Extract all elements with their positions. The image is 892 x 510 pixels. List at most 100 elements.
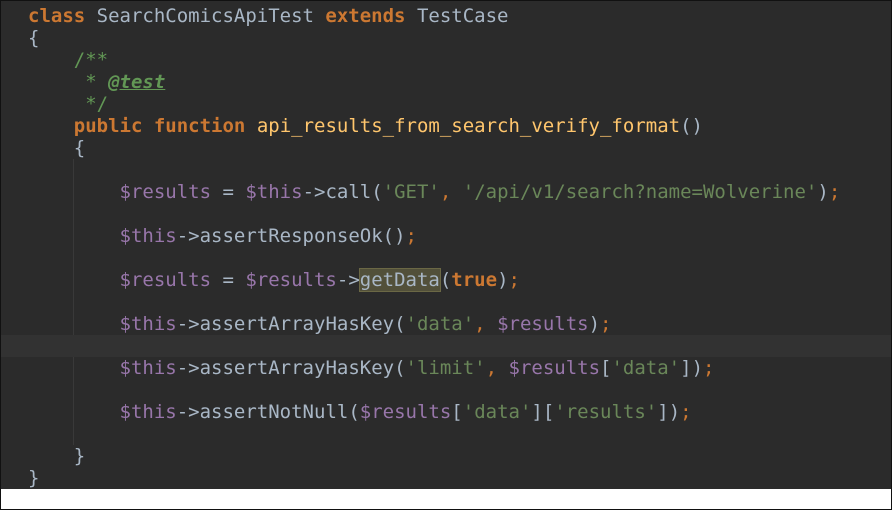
arrow-operator: -> [176, 401, 200, 423]
function-close-brace: } [73, 445, 86, 467]
open-paren: ( [394, 313, 406, 335]
code-editor[interactable]: class SearchComicsApiTest extends TestCa… [0, 0, 892, 510]
close-bracket: ] [657, 401, 669, 423]
arrow-operator: -> [302, 181, 326, 203]
docblock-close: */ [85, 93, 109, 115]
arrow-operator: -> [176, 225, 200, 247]
variable-results: $results [245, 269, 337, 291]
comma: , [474, 313, 498, 335]
open-bracket: [ [542, 401, 555, 423]
string-results: 'results' [554, 401, 658, 423]
parent-class-name: TestCase [405, 5, 509, 27]
variable-results: $results [119, 181, 212, 203]
keyword-public: public [73, 115, 143, 137]
code-line-14[interactable] [28, 291, 891, 313]
keyword-extends: extends [325, 5, 406, 27]
string-data: 'data' [405, 313, 475, 335]
code-line-21[interactable]: } [28, 445, 891, 467]
assign-operator: = [211, 269, 246, 291]
code-line-7[interactable]: { [28, 137, 891, 159]
method-assert-array-has-key: assertArrayHasKey [199, 313, 395, 335]
comma: , [485, 357, 509, 379]
class-name: SearchComicsApiTest [85, 5, 326, 27]
string-url: '/api/v1/search?name=Wolverine' [462, 181, 818, 203]
class-open-brace: { [28, 27, 40, 49]
code-line-19[interactable]: $this->assertNotNull($results['data']['r… [28, 401, 891, 423]
variable-results: $results [497, 313, 589, 335]
close-bracket: ] [531, 401, 543, 423]
close-paren: ) [691, 357, 704, 379]
method-assert-array-has-key: assertArrayHasKey [199, 357, 395, 379]
code-line-8[interactable] [28, 159, 891, 181]
code-line-2[interactable]: { [28, 27, 891, 49]
function-parens: () [680, 115, 703, 137]
string-data: 'data' [462, 401, 532, 423]
open-paren: ( [439, 269, 452, 291]
variable-this: $this [119, 357, 177, 379]
close-paren: ) [497, 269, 509, 291]
class-close-brace: } [28, 467, 40, 489]
semicolon: ; [508, 269, 520, 291]
code-line-12[interactable] [28, 247, 891, 269]
code-line-3[interactable]: /** [28, 49, 891, 71]
docblock-open: /** [73, 49, 109, 71]
keyword-true: true [451, 269, 498, 291]
comma: , [439, 181, 463, 203]
semicolon: ; [600, 313, 612, 335]
function-name: api_results_from_search_verify_format [256, 115, 681, 137]
code-line-22[interactable]: } [28, 467, 891, 489]
open-paren: ( [394, 357, 406, 379]
code-line-20[interactable] [28, 423, 891, 445]
assign-operator: = [211, 181, 246, 203]
code-line-5[interactable]: */ [28, 93, 891, 115]
function-open-brace: { [73, 137, 86, 159]
code-line-11[interactable]: $this->assertResponseOk(); [28, 225, 891, 247]
variable-results: $results [119, 269, 212, 291]
code-line-6[interactable]: public function api_results_from_search_… [28, 115, 891, 137]
variable-results: $results [508, 357, 601, 379]
parens: () [382, 225, 406, 247]
method-assert-response-ok: assertResponseOk [199, 225, 383, 247]
code-line-17[interactable]: $this->assertArrayHasKey('limit', $resul… [28, 357, 891, 379]
close-paren: ) [668, 401, 681, 423]
method-get-data-highlighted[interactable]: getData [358, 268, 441, 292]
string-get: 'GET' [382, 181, 440, 203]
method-assert-not-null: assertNotNull [199, 401, 349, 423]
arrow-operator: -> [176, 313, 200, 335]
code-line-16-current[interactable] [1, 335, 891, 357]
string-data: 'data' [611, 357, 681, 379]
variable-this: $this [119, 225, 177, 247]
semicolon: ; [828, 181, 841, 203]
close-bracket: ] [680, 357, 692, 379]
variable-this: $this [245, 181, 303, 203]
code-area[interactable]: class SearchComicsApiTest extends TestCa… [1, 5, 891, 489]
variable-this: $this [119, 313, 177, 335]
code-line-15[interactable]: $this->assertArrayHasKey('data', $result… [28, 313, 891, 335]
code-line-18[interactable] [28, 379, 891, 401]
string-limit: 'limit' [405, 357, 486, 379]
code-line-10[interactable] [28, 203, 891, 225]
docblock-test-tag: @test [108, 71, 166, 93]
method-call: call [325, 181, 372, 203]
open-paren: ( [348, 401, 360, 423]
keyword-function: function [153, 115, 246, 137]
arrow-operator: -> [336, 269, 360, 291]
docblock-star: * [85, 71, 109, 93]
keyword-class: class [28, 5, 86, 27]
variable-results: $results [359, 401, 452, 423]
bottom-margin [1, 489, 891, 509]
semicolon: ; [703, 357, 715, 379]
code-line-13[interactable]: $results = $results->getData(true); [28, 268, 891, 292]
semicolon: ; [680, 401, 692, 423]
close-paren: ) [588, 313, 601, 335]
code-line-4[interactable]: * @test [28, 71, 891, 93]
variable-this: $this [119, 401, 177, 423]
open-bracket: [ [451, 401, 463, 423]
close-paren: ) [817, 181, 829, 203]
open-bracket: [ [600, 357, 612, 379]
code-line-1[interactable]: class SearchComicsApiTest extends TestCa… [28, 5, 891, 27]
semicolon: ; [405, 225, 417, 247]
arrow-operator: -> [176, 357, 200, 379]
code-line-9[interactable]: $results = $this->call('GET', '/api/v1/s… [28, 181, 891, 203]
open-paren: ( [371, 181, 383, 203]
